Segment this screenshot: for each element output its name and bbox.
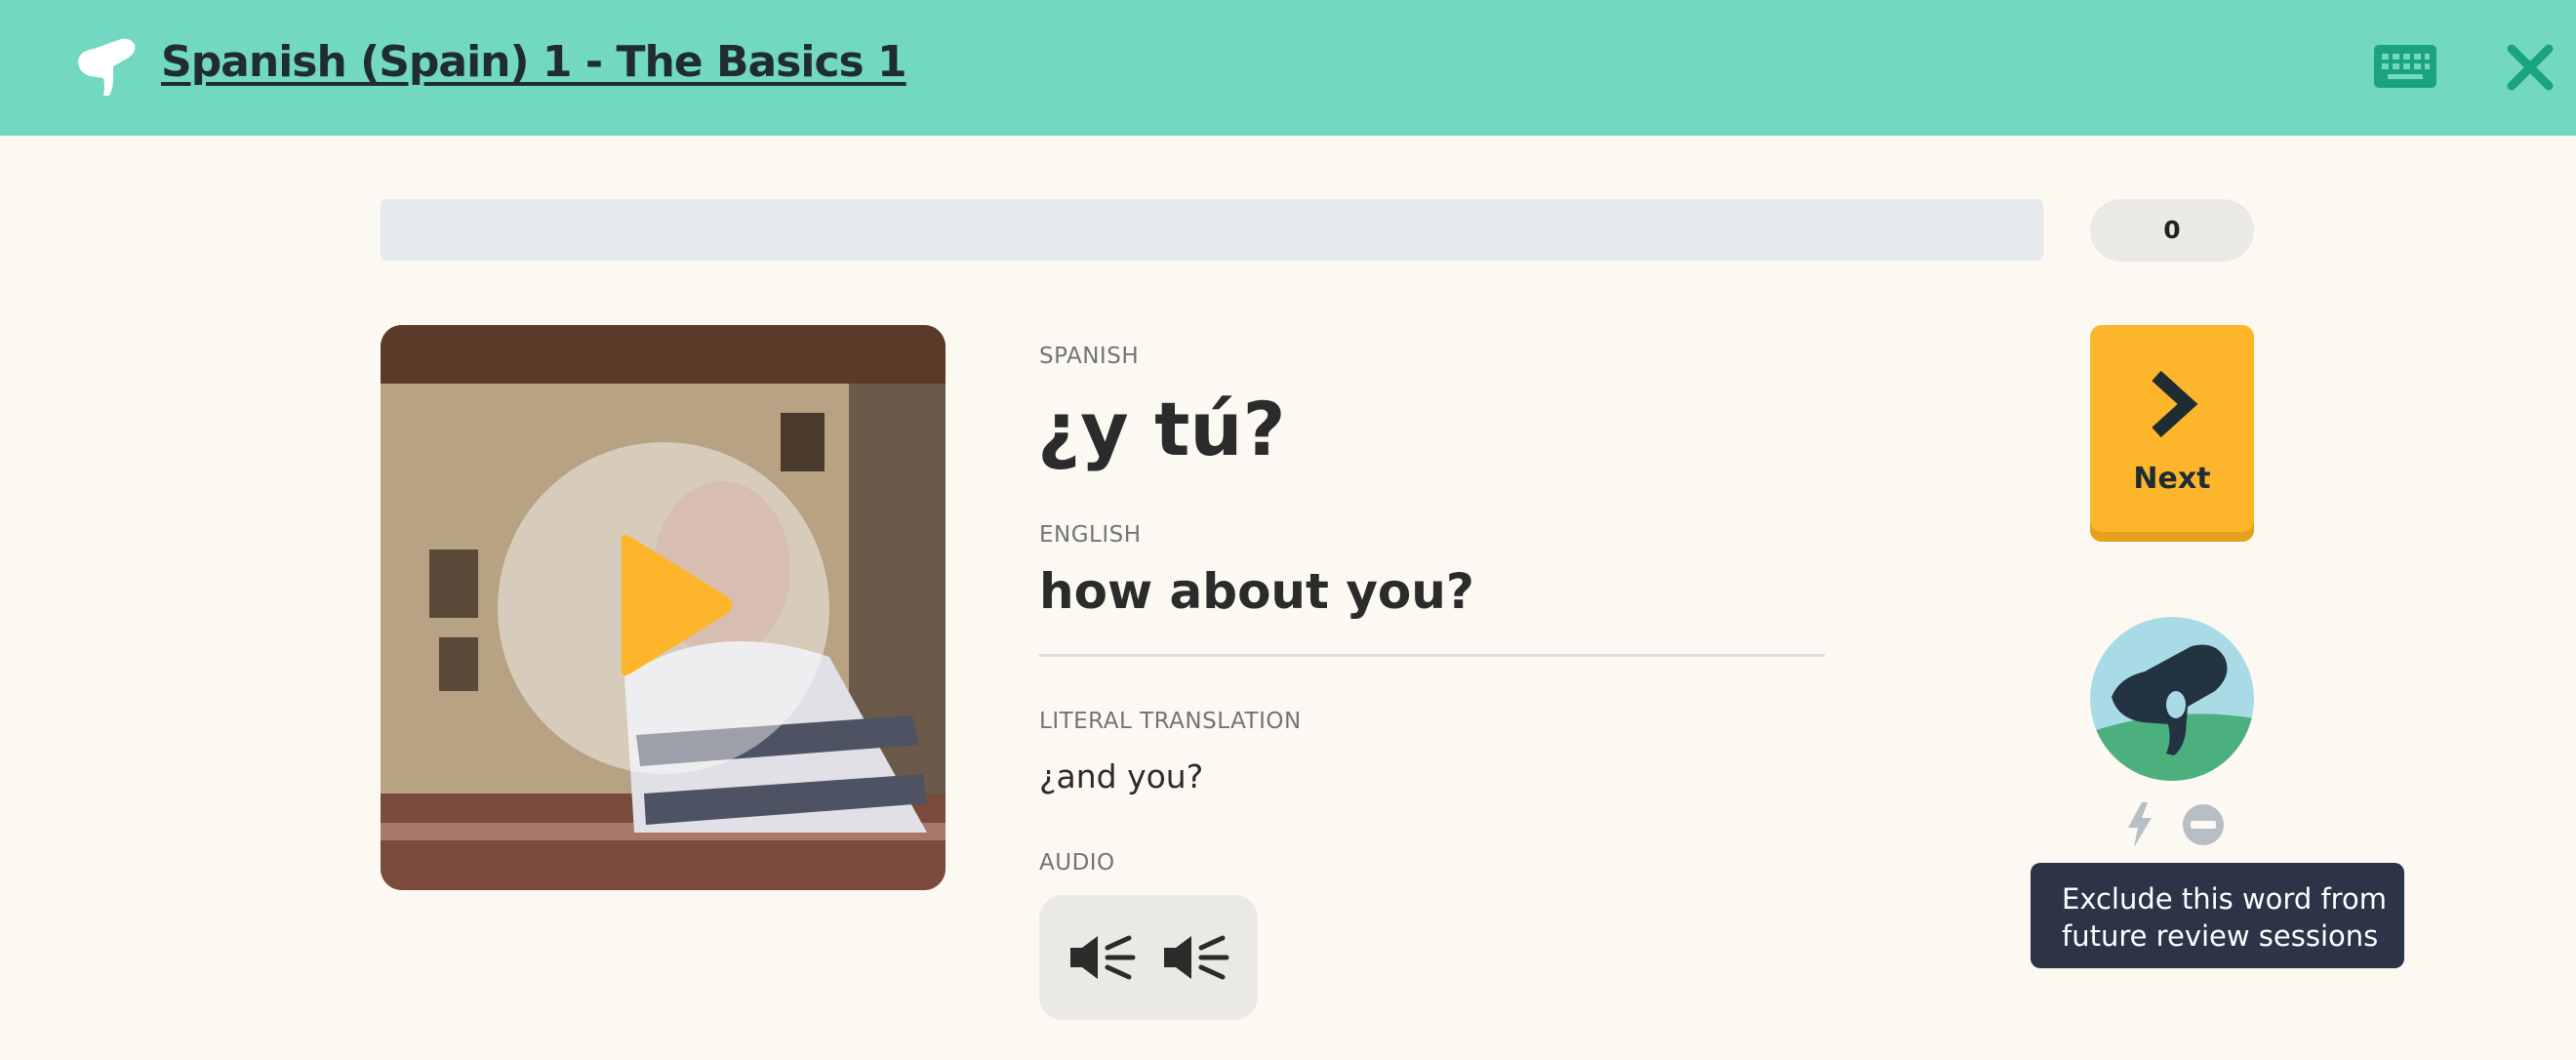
literal-translation-label: LITERAL TRANSLATION [1039,709,1302,734]
course-title-link[interactable]: Spanish (Spain) 1 - The Basics 1 [161,37,907,87]
divider [1039,654,1825,657]
close-icon[interactable] [2506,43,2555,92]
hand-logo-icon [78,38,136,96]
score-badge: 0 [2090,199,2254,262]
speaker-icon[interactable] [1162,932,1230,983]
speaker-icon[interactable] [1068,932,1137,983]
mascot-avatar-icon [2090,617,2254,781]
keyboard-icon[interactable] [2374,45,2436,88]
bolt-icon[interactable] [2126,802,2153,847]
audio-label: AUDIO [1039,850,1115,876]
spanish-word: ¿y tú? [1037,386,1286,472]
next-button-label: Next [2133,462,2211,496]
progress-bar [381,199,2043,261]
english-label: ENGLISH [1039,522,1142,548]
audio-controls [1039,895,1258,1020]
top-bar: Spanish (Spain) 1 - The Basics 1 [0,0,2576,136]
english-word: how about you? [1039,563,1474,620]
video-player[interactable] [381,325,946,890]
literal-translation: ¿and you? [1039,757,1204,795]
chevron-right-icon [2152,370,2198,438]
exclude-tooltip: Exclude this word from future review ses… [2031,863,2404,968]
next-button[interactable]: Next [2090,325,2254,542]
exclude-icon[interactable] [2181,802,2226,847]
spanish-label: SPANISH [1039,344,1140,369]
